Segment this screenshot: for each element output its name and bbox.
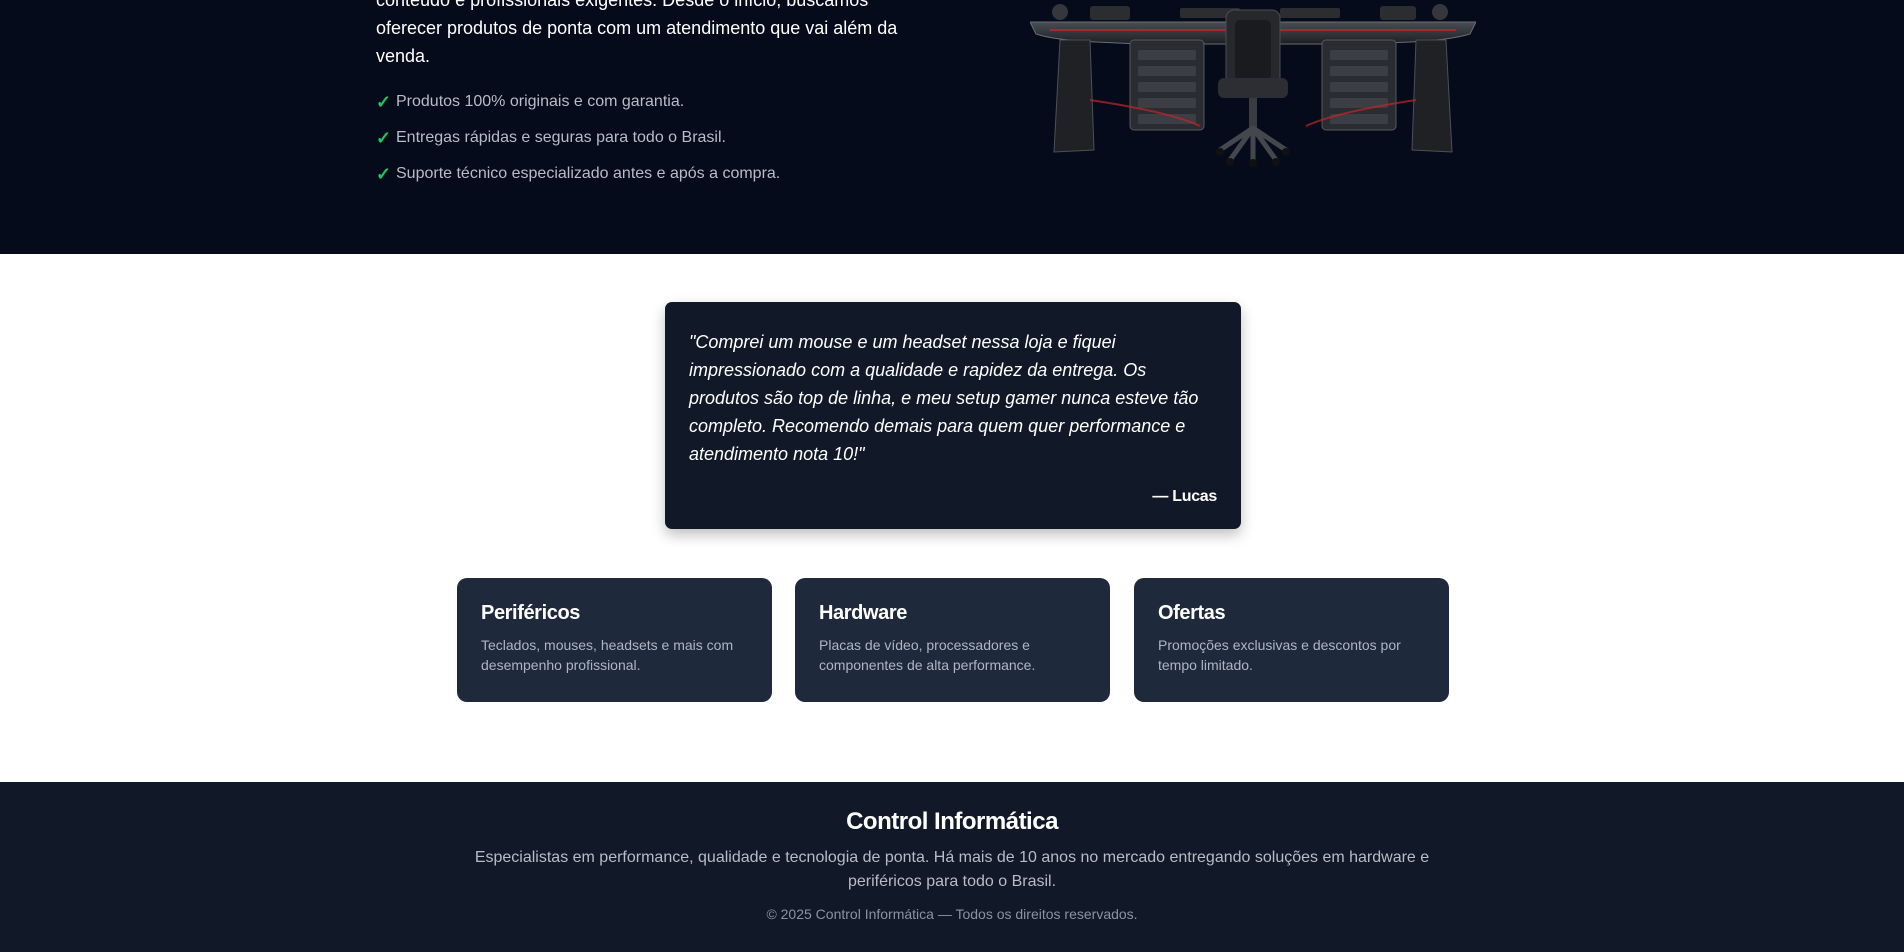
benefit-item: ✓ Produtos 100% originais e com garantia…: [376, 84, 936, 120]
category-description: Promoções exclusivas e descontos por tem…: [1158, 637, 1401, 673]
category-title: Periféricos: [481, 602, 580, 624]
benefit-text: Suporte técnico especializado antes e ap…: [396, 165, 781, 182]
category-card-ofertas[interactable]: Ofertas Promoções exclusivas e descontos…: [1134, 578, 1449, 702]
check-icon: ✓: [376, 128, 392, 148]
testimonial-card: "Comprei um mouse e um headset nessa loj…: [665, 302, 1241, 529]
testimonial-quote: "Comprei um mouse e um headset nessa loj…: [689, 332, 1199, 464]
about-text: conteúdo e profissionais exigentes. Desd…: [376, 0, 936, 192]
benefits-list: ✓ Produtos 100% originais e com garantia…: [376, 84, 936, 192]
about-line: venda.: [376, 46, 431, 66]
category-card-hardware[interactable]: Hardware Placas de vídeo, processadores …: [795, 578, 1110, 702]
site-footer: Control Informática Especialistas em per…: [0, 782, 1904, 952]
benefit-text: Produtos 100% originais e com garantia.: [396, 93, 685, 110]
benefit-item: ✓ Entregas rápidas e seguras para todo o…: [376, 120, 936, 156]
about-line: conteúdo e profissionais exigentes. Desd…: [376, 0, 869, 10]
category-description: Teclados, mouses, headsets e mais com de…: [481, 637, 734, 673]
check-icon: ✓: [376, 164, 392, 184]
category-title: Hardware: [819, 602, 907, 624]
about-hero-section: conteúdo e profissionais exigentes. Desd…: [0, 0, 1904, 254]
benefit-item: ✓ Suporte técnico especializado antes e …: [376, 156, 936, 192]
category-card-perifericos[interactable]: Periféricos Teclados, mouses, headsets e…: [457, 578, 772, 702]
category-description: Placas de vídeo, processadores e compone…: [819, 637, 1036, 673]
footer-about: Especialistas em performance, qualidade …: [474, 849, 1430, 890]
gaming-setup-image: [1030, 4, 1476, 167]
about-paragraph: conteúdo e profissionais exigentes. Desd…: [376, 0, 936, 70]
footer-copyright: © 2025 Control Informática — Todos os di…: [766, 906, 1138, 922]
about-line: oferecer produtos de ponta com um atendi…: [376, 18, 898, 38]
footer-brand: Control Informática: [846, 808, 1058, 835]
benefit-text: Entregas rápidas e seguras para todo o B…: [396, 129, 726, 146]
check-icon: ✓: [376, 92, 392, 112]
category-title: Ofertas: [1158, 602, 1226, 624]
testimonial-author: — Lucas: [1152, 488, 1217, 505]
